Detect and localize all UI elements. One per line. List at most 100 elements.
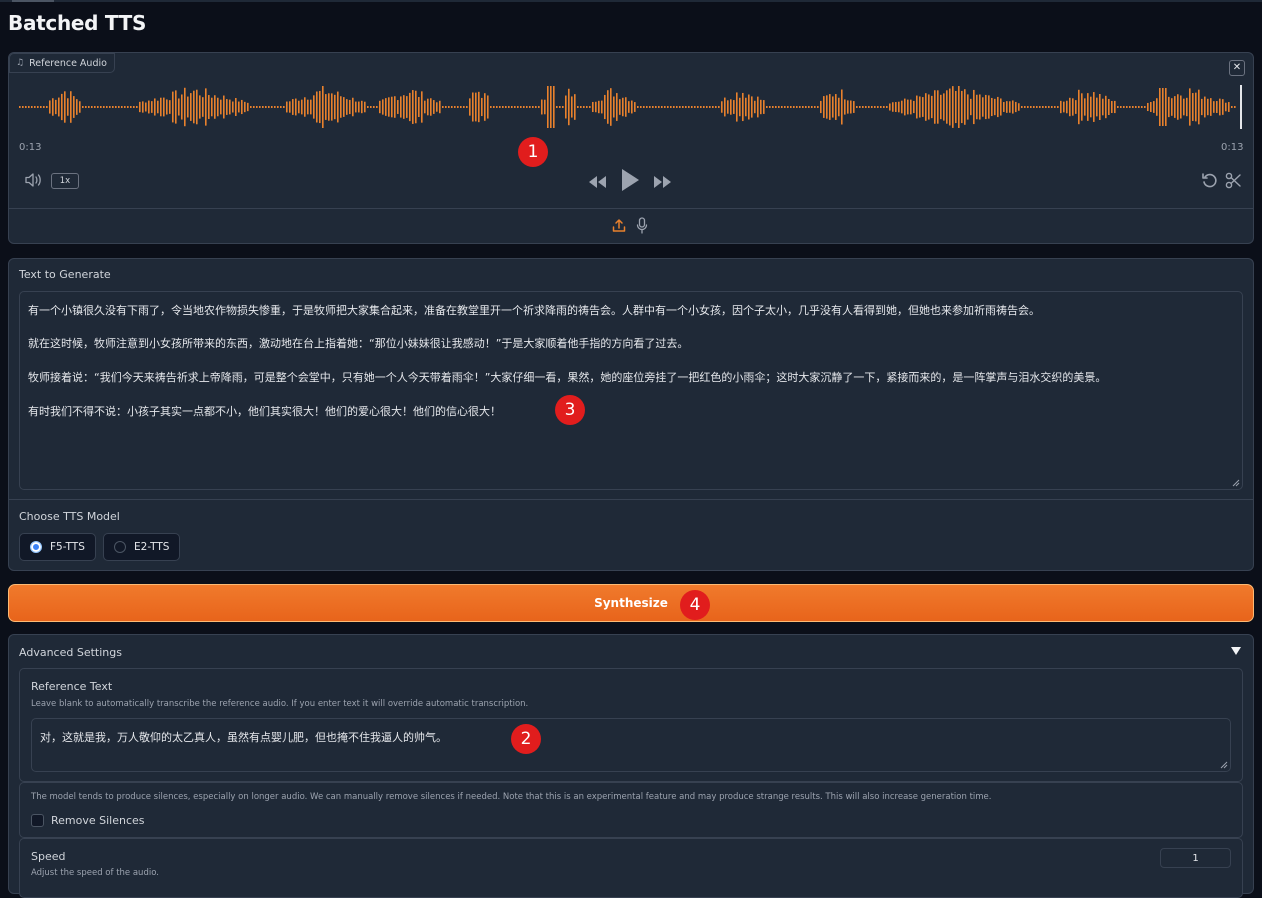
- waveform-bar: [991, 97, 993, 117]
- fast-forward-icon[interactable]: [653, 174, 673, 193]
- waveform-bar: [1036, 106, 1038, 108]
- microphone-icon[interactable]: [636, 217, 648, 238]
- remove-silences-checkbox[interactable]: [31, 814, 44, 827]
- waveform-bar: [34, 106, 36, 108]
- waveform-bar: [358, 101, 360, 113]
- waveform-bar: [520, 106, 522, 108]
- waveform-bar: [583, 106, 585, 108]
- waveform-bar: [373, 106, 375, 108]
- waveform-bar: [1054, 106, 1056, 108]
- waveform-bar: [1159, 88, 1161, 126]
- waveform-bar: [856, 106, 858, 108]
- waveform-bar: [676, 106, 678, 108]
- waveform-bar: [337, 91, 339, 123]
- resize-handle-icon[interactable]: [1220, 761, 1228, 769]
- waveform-bar: [409, 92, 411, 122]
- close-icon[interactable]: ✕: [1229, 60, 1245, 76]
- waveform-bar: [256, 106, 258, 108]
- waveform-bar: [133, 106, 135, 108]
- playback-rate-button[interactable]: 1x: [51, 173, 79, 189]
- waveform-bar: [115, 106, 117, 108]
- waveform-bar: [118, 106, 120, 108]
- waveform-bar: [19, 106, 21, 108]
- waveform-bar: [202, 97, 204, 117]
- waveform-bar: [895, 102, 897, 112]
- waveform-bar: [943, 93, 945, 121]
- waveform-bar: [793, 106, 795, 108]
- waveform-bar: [496, 106, 498, 108]
- waveform-bar: [1099, 93, 1101, 121]
- model-option-label: E2-TTS: [134, 541, 170, 553]
- undo-icon[interactable]: [1201, 172, 1219, 194]
- waveform-bar: [262, 106, 264, 108]
- waveform-bar: [763, 100, 765, 114]
- waveform-bar: [40, 106, 42, 108]
- playhead-cursor[interactable]: [1240, 85, 1242, 129]
- waveform-bar: [298, 100, 300, 114]
- reference-text-input[interactable]: [31, 718, 1231, 772]
- waveform-bar: [778, 106, 780, 108]
- waveform-bar: [1135, 106, 1137, 108]
- waveform-bar: [85, 106, 87, 108]
- waveform-bar: [1045, 106, 1047, 108]
- waveform-bar: [241, 99, 243, 115]
- waveform-bar: [319, 90, 321, 124]
- waveform-bar: [481, 97, 483, 117]
- speed-input[interactable]: 1: [1160, 848, 1231, 868]
- waveform-bar: [448, 106, 450, 108]
- waveform-bar: [214, 95, 216, 119]
- waveform-bar: [259, 106, 261, 108]
- text-to-generate-label: Text to Generate: [19, 268, 111, 281]
- waveform-bar: [742, 92, 744, 122]
- radio-unselected-icon[interactable]: [114, 541, 126, 553]
- scissors-icon[interactable]: [1225, 172, 1242, 193]
- waveform-bar: [265, 106, 267, 108]
- rewind-icon[interactable]: [587, 174, 607, 193]
- model-option-f5-tts[interactable]: F5-TTS: [19, 533, 96, 561]
- waveform-bar: [688, 106, 690, 108]
- text-to-generate-input[interactable]: [19, 291, 1243, 490]
- model-option-e2-tts[interactable]: E2-TTS: [103, 533, 180, 561]
- speaker-icon[interactable]: [24, 172, 42, 192]
- waveform-bar: [499, 106, 501, 108]
- waveform-bar: [316, 91, 318, 123]
- advanced-settings-header[interactable]: Advanced Settings: [19, 646, 122, 659]
- waveform-bar: [208, 95, 210, 119]
- waveform-bar: [142, 101, 144, 113]
- waveform-bar: [679, 106, 681, 108]
- waveform-bar: [1066, 100, 1068, 114]
- waveform-bar: [1129, 106, 1131, 108]
- waveform-bar: [1072, 98, 1074, 116]
- resize-handle-icon[interactable]: [1232, 479, 1240, 487]
- annotation-marker-4: 4: [680, 590, 710, 620]
- waveform-bar: [217, 97, 219, 117]
- waveform-bar: [616, 93, 618, 121]
- waveform-bar: [301, 99, 303, 115]
- waveform-bar: [916, 95, 918, 119]
- waveform-bar: [886, 106, 888, 108]
- waveform-bar: [331, 93, 333, 121]
- waveform-bar: [619, 99, 621, 115]
- waveform-bar: [145, 102, 147, 112]
- waveform-bar: [985, 94, 987, 120]
- upload-icon[interactable]: [612, 218, 626, 237]
- waveform-bar: [988, 95, 990, 119]
- synthesize-button[interactable]: Synthesize: [8, 584, 1254, 622]
- speed-block: [19, 838, 1243, 898]
- waveform-bar: [601, 100, 603, 114]
- waveform-bar: [61, 93, 63, 121]
- waveform-bar: [748, 94, 750, 120]
- play-icon[interactable]: [620, 168, 640, 196]
- waveform-bar: [652, 106, 654, 108]
- collapse-triangle-icon[interactable]: [1231, 647, 1241, 655]
- remove-silences-label[interactable]: Remove Silences: [51, 814, 145, 827]
- waveform-bar: [349, 99, 351, 115]
- waveform-bar: [805, 106, 807, 108]
- radio-selected-icon[interactable]: [30, 541, 42, 553]
- waveform-bar: [655, 106, 657, 108]
- audio-waveform[interactable]: [19, 84, 1245, 130]
- waveform-bar: [1150, 102, 1152, 112]
- waveform-bar: [22, 106, 24, 108]
- waveform-bar: [427, 98, 429, 116]
- waveform-bar: [1060, 100, 1062, 114]
